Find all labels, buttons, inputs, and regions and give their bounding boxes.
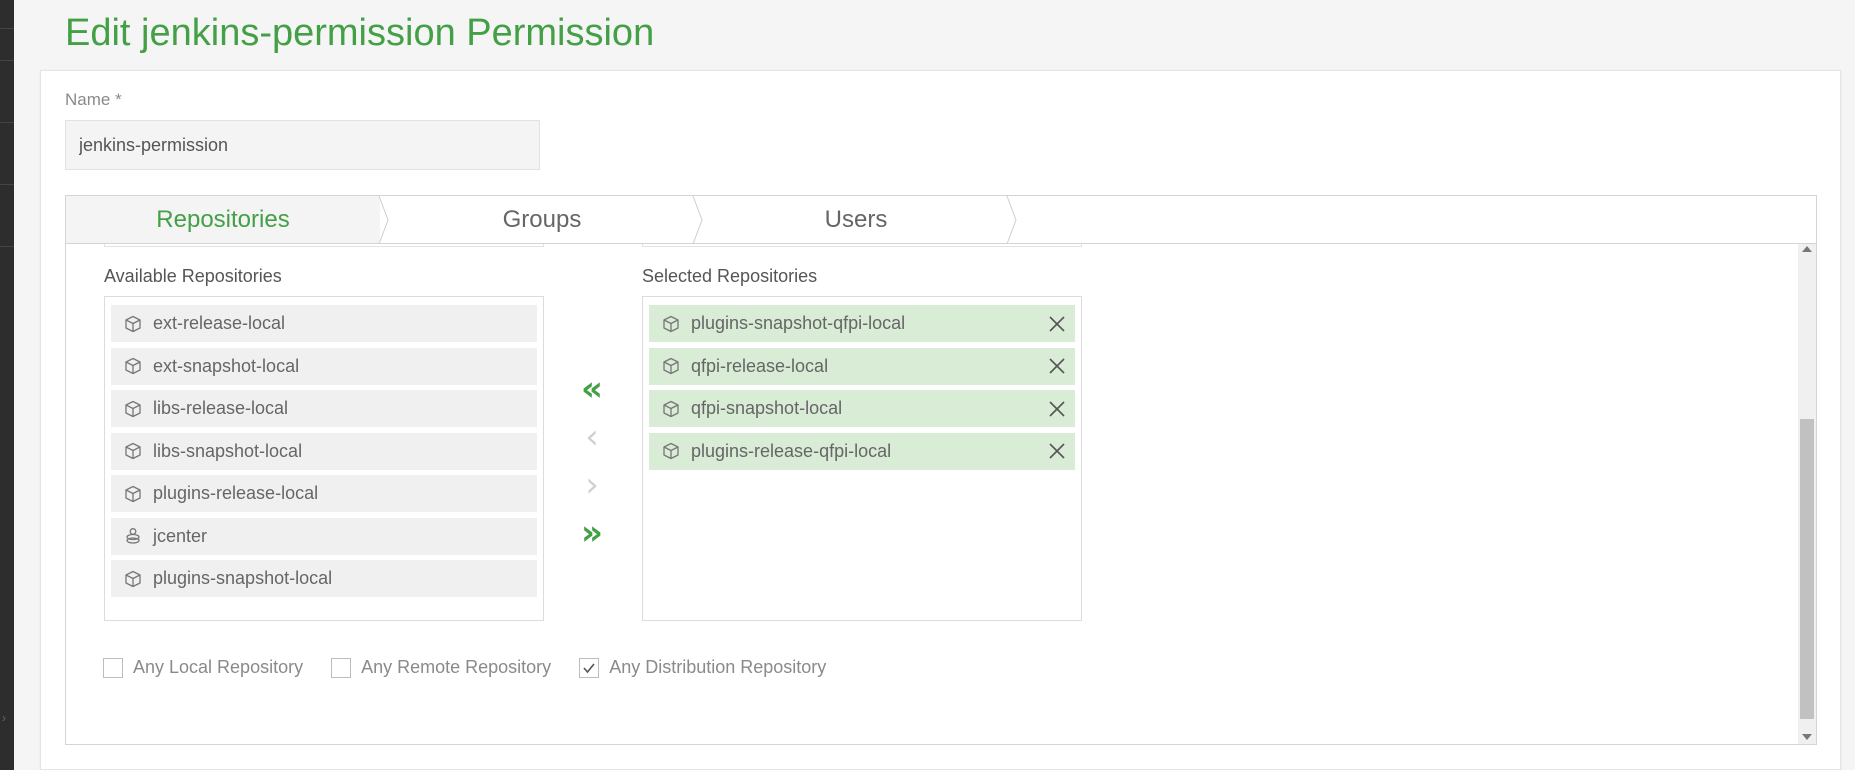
selected-repository-item[interactable]: plugins-release-qfpi-local	[649, 432, 1075, 470]
selected-repository-item[interactable]: qfpi-release-local	[649, 347, 1075, 385]
move-left-button[interactable]: ‹	[572, 420, 612, 454]
available-repositories-list: ext-release-local ext-snapshot-local libs-…	[104, 296, 544, 621]
app-sidebar-rail: ›	[0, 0, 14, 770]
checkbox-label: Any Local Repository	[133, 657, 304, 677]
available-repository-item[interactable]: plugins-release-local	[111, 475, 537, 512]
local-repo-icon	[123, 569, 143, 589]
move-all-right-button[interactable]: »	[572, 516, 612, 550]
local-repo-icon	[123, 484, 143, 504]
tab-separator-icon	[1006, 196, 1017, 244]
checkbox-label: Any Remote Repository	[361, 657, 552, 677]
available-repository-item[interactable]: jcenter	[111, 517, 537, 555]
repository-name: plugins-release-local	[153, 483, 319, 503]
rail-divider	[0, 184, 14, 185]
repository-name: libs-snapshot-local	[153, 440, 303, 461]
remove-icon[interactable]	[1045, 354, 1069, 378]
local-repo-icon	[123, 441, 143, 461]
local-repo-icon	[661, 314, 681, 334]
tab-repositories[interactable]: Repositories	[66, 196, 380, 243]
scroll-up-icon[interactable]	[1802, 246, 1812, 252]
tab-users[interactable]: Users	[706, 196, 1006, 243]
local-repo-icon	[661, 399, 681, 419]
available-repository-item[interactable]: ext-release-local	[111, 305, 537, 342]
local-repo-icon	[661, 441, 681, 461]
checkbox-unchecked-icon[interactable]	[331, 657, 352, 678]
selected-repository-item[interactable]: plugins-snapshot-qfpi-local	[649, 305, 1075, 342]
name-label: Name *	[65, 90, 122, 109]
tabs-bar: Repositories Groups Users	[66, 196, 1816, 244]
local-repo-icon	[123, 356, 143, 376]
move-right-button[interactable]: ›	[572, 468, 612, 502]
local-repo-icon	[661, 356, 681, 376]
repository-name: qfpi-release-local	[691, 355, 829, 376]
rail-divider	[0, 60, 14, 61]
name-input[interactable]	[65, 120, 540, 170]
scrollbar-thumb[interactable]	[1800, 419, 1814, 719]
scroll-down-icon[interactable]	[1802, 734, 1812, 740]
repository-name: qfpi-snapshot-local	[691, 398, 843, 418]
repository-name: libs-release-local	[153, 398, 289, 418]
tab-separator-icon	[692, 196, 703, 244]
selected-repositories-list: plugins-snapshot-qfpi-local qfpi-release-…	[642, 296, 1082, 621]
repository-name: plugins-snapshot-qfpi-local	[691, 313, 906, 333]
page-title: Edit jenkins-permission Permission	[65, 12, 655, 54]
repository-name: ext-snapshot-local	[153, 355, 300, 376]
panel-scrollbar[interactable]	[1798, 244, 1816, 744]
remote-repo-icon	[123, 526, 143, 546]
rail-expand-icon[interactable]: ›	[2, 712, 6, 724]
scrolled-content-edge	[104, 244, 544, 247]
repository-name: plugins-release-qfpi-local	[691, 440, 892, 461]
available-repository-item[interactable]: ext-snapshot-local	[111, 347, 537, 385]
checkbox-unchecked-icon[interactable]	[103, 657, 123, 678]
available-repository-item[interactable]: libs-snapshot-local	[111, 432, 537, 470]
available-repository-item[interactable]: libs-release-local	[111, 390, 537, 427]
remove-icon[interactable]	[1045, 397, 1069, 421]
rail-divider	[0, 28, 14, 29]
rail-divider	[0, 246, 14, 247]
local-repo-icon	[123, 314, 143, 334]
repository-name: ext-release-local	[153, 313, 286, 333]
scrolled-content-edge	[642, 244, 1082, 247]
checkbox-label: Any Distribution Repository	[609, 657, 827, 677]
repository-name: jcenter	[153, 525, 208, 546]
tab-separator-icon	[378, 196, 389, 244]
repository-type-checkboxes: Any Local Repository Any Remote Repositor…	[103, 657, 854, 678]
repository-name: plugins-snapshot-local	[153, 568, 333, 588]
available-repositories-label: Available Repositories	[104, 266, 282, 286]
checkbox-any-distribution-repository[interactable]: Any Distribution Repository	[579, 657, 826, 678]
move-all-left-button[interactable]: «	[572, 372, 612, 406]
available-repository-item[interactable]: plugins-snapshot-local	[111, 560, 537, 597]
local-repo-icon	[123, 399, 143, 419]
rail-divider	[0, 122, 14, 123]
checkbox-any-local-repository[interactable]: Any Local Repository	[103, 657, 303, 678]
checkbox-any-remote-repository[interactable]: Any Remote Repository	[331, 657, 551, 678]
remove-icon[interactable]	[1045, 312, 1069, 336]
remove-icon[interactable]	[1045, 439, 1069, 463]
selected-repositories-label: Selected Repositories	[642, 266, 818, 286]
checkbox-checked-icon[interactable]	[579, 657, 600, 678]
selected-repository-item[interactable]: qfpi-snapshot-local	[649, 390, 1075, 427]
tab-groups[interactable]: Groups	[392, 196, 692, 243]
